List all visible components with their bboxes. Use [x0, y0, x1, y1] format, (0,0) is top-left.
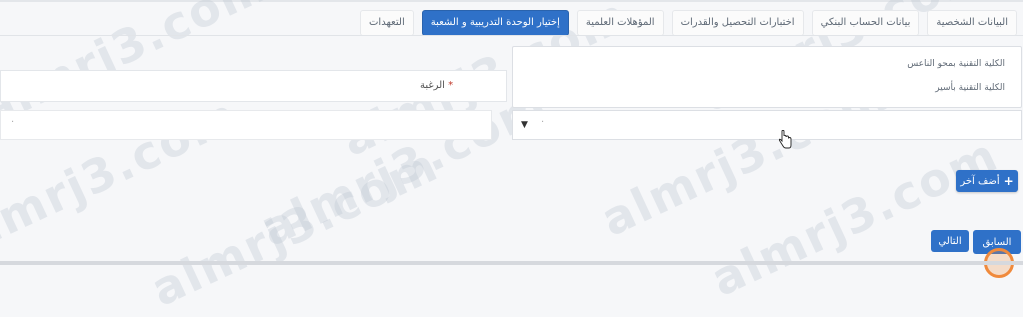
tab-training-unit[interactable]: إختيار الوحدة التدريبية و الشعبة	[421, 10, 569, 36]
select-placeholder: ·	[11, 117, 15, 128]
list-item[interactable]: الكلية التقنية بمحو الناعس	[907, 59, 1005, 69]
preference-label-text: الرغبة	[420, 80, 445, 91]
tab-qualifications[interactable]: المؤهلات العلمية	[576, 10, 664, 36]
hand-cursor-icon	[778, 130, 792, 149]
tab-aptitude-tests[interactable]: اختبارات التحصيل والقدرات	[671, 10, 804, 36]
tab-pledges[interactable]: التعهدات	[360, 10, 414, 36]
add-row-label: أضف آخر	[960, 175, 1000, 187]
chevron-down-icon: ▼	[521, 120, 528, 130]
preference-select[interactable]: ·	[0, 110, 492, 140]
tab-personal-data[interactable]: البيانات الشخصية	[927, 10, 1017, 36]
plus-icon: +	[1003, 174, 1014, 188]
add-another-button[interactable]: أضف آخر +	[956, 170, 1018, 192]
watermark: almrj3.com	[143, 137, 447, 317]
watermark: almrj3.com	[253, 77, 557, 257]
watermark: almrj3.com	[703, 127, 1007, 307]
next-button[interactable]: التالي	[931, 230, 969, 252]
college-select[interactable]: ▼ ·	[512, 110, 1022, 140]
list-item[interactable]: الكلية التقنية بأسير	[935, 83, 1005, 93]
required-mark: *	[448, 80, 454, 91]
college-list: الكلية التقنية بمحو الناعس الكلية التقني…	[512, 46, 1022, 108]
select-placeholder: ·	[541, 117, 545, 128]
preference-label: الرغبة *	[420, 80, 453, 91]
bottom-border	[0, 261, 1023, 265]
top-border	[0, 0, 1023, 2]
step-tabs: البيانات الشخصية بيانات الحساب البنكي اخ…	[360, 10, 1017, 36]
tab-bank-account[interactable]: بيانات الحساب البنكي	[811, 10, 920, 36]
tabs-divider	[0, 35, 1023, 36]
